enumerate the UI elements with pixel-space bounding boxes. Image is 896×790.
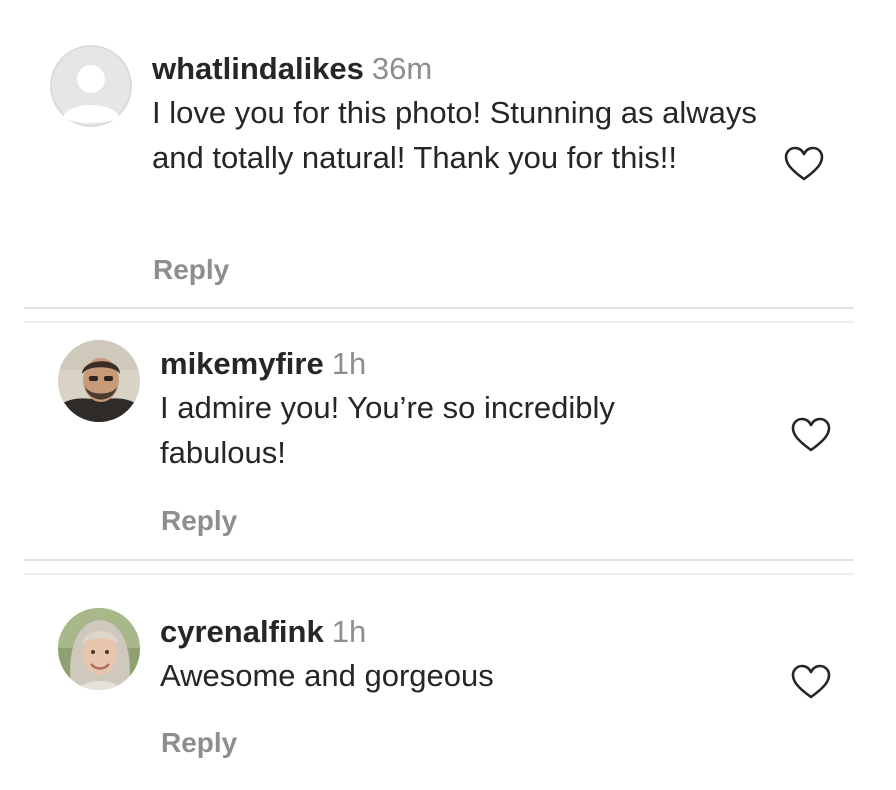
default-avatar-icon — [50, 45, 132, 127]
user-photo — [58, 608, 140, 690]
comment-header: cyrenalfink 1h — [160, 613, 780, 651]
comment-timestamp[interactable]: 1h — [332, 614, 366, 649]
comment-header: mikemyfire 1h — [160, 345, 780, 383]
reply-button[interactable]: Reply — [161, 727, 237, 759]
comment-content: mikemyfire 1h I admire you! You’re so inc… — [160, 345, 780, 475]
heart-icon[interactable] — [791, 417, 831, 453]
comment-text: Awesome and gorgeous — [160, 658, 494, 693]
reply-button[interactable]: Reply — [161, 505, 237, 537]
comment-text: I admire you! You’re so incredibly fabul… — [160, 390, 615, 470]
comment-divider — [24, 559, 854, 575]
comment-timestamp[interactable]: 36m — [372, 51, 432, 86]
username-link[interactable]: whatlindalikes — [152, 51, 364, 86]
comment-content: cyrenalfink 1h Awesome and gorgeous — [160, 613, 780, 698]
comment-header: whatlindalikes 36m — [152, 50, 772, 88]
username-link[interactable]: cyrenalfink — [160, 614, 324, 649]
avatar[interactable] — [58, 608, 140, 690]
user-photo — [58, 340, 140, 422]
reply-button[interactable]: Reply — [153, 254, 229, 286]
avatar[interactable] — [58, 340, 140, 422]
heart-icon[interactable] — [784, 146, 824, 182]
comment-timestamp[interactable]: 1h — [332, 346, 366, 381]
comment-divider — [24, 307, 854, 323]
username-link[interactable]: mikemyfire — [160, 346, 324, 381]
comment-content: whatlindalikes 36m I love you for this ph… — [152, 50, 772, 180]
avatar[interactable] — [50, 45, 132, 127]
heart-icon[interactable] — [791, 664, 831, 700]
comment-text: I love you for this photo! Stunning as a… — [152, 95, 757, 175]
